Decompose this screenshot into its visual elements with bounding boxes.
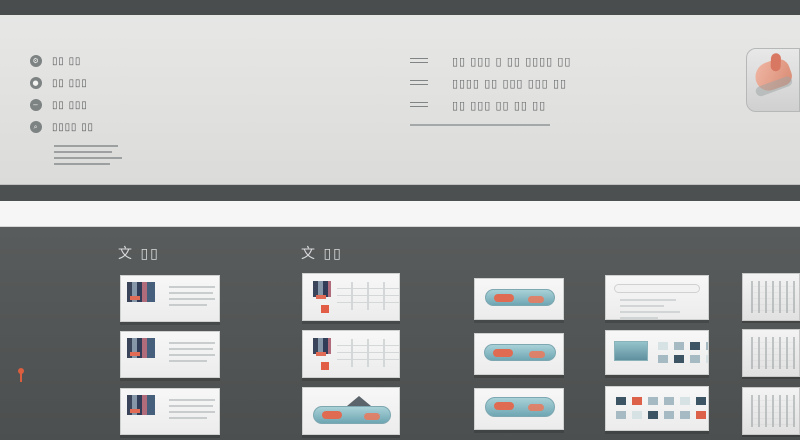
- teal-illustration: [485, 289, 555, 306]
- menu-item-2[interactable]: ● ▯▯ ▯▯▯: [30, 73, 150, 93]
- section-label-1: 文 ▯▯: [118, 246, 160, 262]
- top-band: [0, 0, 800, 15]
- header-panel: ⚙ ▯▯ ▯▯ ● ▯▯ ▯▯▯ − ▯▯ ▯▯▯ ⌕ ▯▯▯▯ ▯▯ ▯▯ ▯…: [0, 15, 800, 185]
- header-right-row-3-label: ▯▯ ▯▯▯ ▯▯ ▯▯ ▯▯: [452, 99, 547, 112]
- teal-banner: [313, 406, 391, 424]
- card-center-1[interactable]: [474, 278, 564, 320]
- text-lines: [169, 397, 215, 425]
- header-right-list: ▯▯ ▯▯▯ ▯ ▯▯ ▯▯▯▯ ▯▯ ▯▯▯▯ ▯▯ ▯▯▯ ▯▯▯ ▯▯ ▯…: [410, 55, 730, 165]
- header-gap: [0, 185, 800, 201]
- app-screen: ⚙ ▯▯ ▯▯ ● ▯▯ ▯▯▯ − ▯▯ ▯▯▯ ⌕ ▯▯▯▯ ▯▯ ▯▯ ▯…: [0, 0, 800, 440]
- hand-icon: [751, 55, 795, 95]
- mini-table: [337, 282, 399, 310]
- preview-image: [614, 341, 648, 361]
- thumbnail-image: [313, 281, 331, 299]
- menu-item-4-label: ▯▯▯▯ ▯▯: [52, 121, 94, 133]
- search-icon: ⌕: [30, 121, 42, 133]
- list-icon: [410, 79, 428, 88]
- teal-illustration: [484, 344, 556, 361]
- menu-item-1-label: ▯▯ ▯▯: [52, 55, 82, 67]
- card-left-3[interactable]: [120, 388, 220, 435]
- menu-item-1[interactable]: ⚙ ▯▯ ▯▯: [30, 51, 150, 71]
- tile-row-3: [616, 397, 706, 405]
- accent-marker: [321, 305, 329, 313]
- header-right-footer-lines: [410, 121, 550, 131]
- thumbnail-image: [127, 395, 155, 415]
- header-strip: [614, 284, 700, 293]
- card-right-2[interactable]: [605, 330, 709, 375]
- list-icon: [410, 101, 428, 110]
- mini-table: [337, 339, 399, 367]
- card-middle-2[interactable]: [302, 330, 400, 378]
- minus-icon: −: [30, 99, 42, 111]
- header-right-row-1[interactable]: ▯▯ ▯▯▯ ▯ ▯▯ ▯▯▯▯ ▯▯: [410, 55, 730, 68]
- teal-illustration: [485, 397, 555, 417]
- card-middle-3[interactable]: [302, 387, 400, 435]
- settings-icon: ⚙: [30, 55, 42, 67]
- tile-row-4: [616, 411, 706, 419]
- card-left-2[interactable]: [120, 331, 220, 378]
- accent-marker: [321, 362, 329, 370]
- header-divider: [0, 201, 800, 227]
- menu-item-4[interactable]: ⌕ ▯▯▯▯ ▯▯: [30, 117, 150, 137]
- card-center-2[interactable]: [474, 333, 564, 375]
- header-right-row-3[interactable]: ▯▯ ▯▯▯ ▯▯ ▯▯ ▯▯: [410, 99, 730, 112]
- thumbnail-image: [127, 282, 155, 302]
- card-center-3[interactable]: [474, 388, 564, 430]
- card-right-1[interactable]: [605, 275, 709, 320]
- paper-stack-2[interactable]: [742, 329, 800, 377]
- menu-item-2-label: ▯▯ ▯▯▯: [52, 77, 88, 89]
- text-lines: [169, 340, 215, 368]
- tile-row-1: [658, 342, 708, 350]
- pin-icon[interactable]: [16, 368, 26, 382]
- paper-stack-3[interactable]: [742, 387, 800, 435]
- card-right-3[interactable]: [605, 386, 709, 431]
- header-right-row-2-label: ▯▯▯▯ ▯▯ ▯▯▯ ▯▯▯ ▯▯: [452, 77, 567, 90]
- thumbnail-image: [313, 338, 331, 356]
- card-left-1[interactable]: [120, 275, 220, 322]
- menu-note-lines: [54, 143, 124, 167]
- header-menu: ⚙ ▯▯ ▯▯ ● ▯▯ ▯▯▯ − ▯▯ ▯▯▯ ⌕ ▯▯▯▯ ▯▯: [30, 51, 150, 167]
- header-right-row-1-label: ▯▯ ▯▯▯ ▯ ▯▯ ▯▯▯▯ ▯▯: [452, 55, 572, 68]
- circle-icon: ●: [30, 77, 42, 89]
- text-lines: [169, 284, 215, 312]
- hand-preview: [746, 48, 800, 112]
- triangle-icon: [347, 396, 371, 406]
- thumbnail-image: [127, 338, 155, 358]
- section-label-2: 文 ▯▯: [301, 246, 343, 262]
- tile-row-2: [658, 355, 708, 363]
- header-right-row-2[interactable]: ▯▯▯▯ ▯▯ ▯▯▯ ▯▯▯ ▯▯: [410, 77, 730, 90]
- menu-item-3-label: ▯▯ ▯▯▯: [52, 99, 88, 111]
- paper-stack-1[interactable]: [742, 273, 800, 321]
- card-middle-1[interactable]: [302, 273, 400, 321]
- text-lines: [620, 297, 694, 319]
- menu-item-3[interactable]: − ▯▯ ▯▯▯: [30, 95, 150, 115]
- list-icon: [410, 57, 428, 66]
